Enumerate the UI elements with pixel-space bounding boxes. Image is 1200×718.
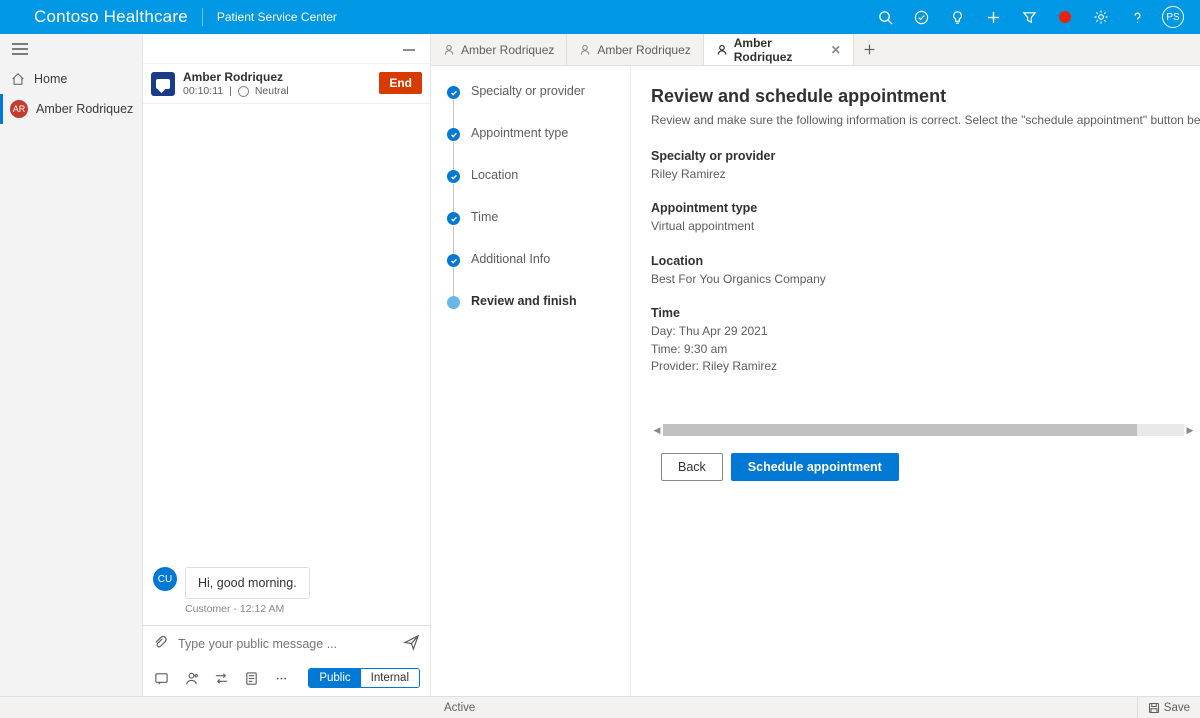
scroll-right-icon[interactable]: ▶ <box>1184 425 1196 436</box>
customer-avatar: CU <box>153 567 177 591</box>
person-icon <box>716 44 728 56</box>
wizard-stepper: Specialty or provider Appointment type L… <box>431 66 631 696</box>
save-button[interactable]: Save <box>1137 697 1200 718</box>
conversation-sentiment: Neutral <box>255 85 289 97</box>
back-button[interactable]: Back <box>661 453 723 481</box>
attach-icon[interactable] <box>153 635 168 653</box>
end-button[interactable]: End <box>379 72 422 94</box>
conversation-header[interactable]: Amber Rodriquez 00:10:11 | Neutral End <box>143 64 430 104</box>
app-topbar: Contoso Healthcare Patient Service Cente… <box>0 0 1200 34</box>
message-compose <box>143 625 430 662</box>
transfer-icon[interactable] <box>213 671 229 686</box>
save-icon <box>1148 702 1160 714</box>
step-additional-info[interactable]: Additional Info <box>447 252 630 266</box>
tab-3-label: Amber Rodriquez <box>734 36 819 64</box>
sentiment-icon <box>238 86 249 97</box>
schedule-appointment-button[interactable]: Schedule appointment <box>731 453 899 481</box>
nav-session[interactable]: AR Amber Rodriquez <box>0 94 142 124</box>
brand-title: Contoso Healthcare <box>34 7 188 27</box>
horizontal-scrollbar[interactable]: ◀ ▶ <box>651 423 1200 437</box>
step-specialty[interactable]: Specialty or provider <box>447 84 630 98</box>
add-tab-button[interactable] <box>854 34 886 65</box>
review-heading: Review and schedule appointment <box>651 86 1200 107</box>
quick-reply-icon[interactable] <box>153 671 169 686</box>
task-check-icon[interactable] <box>904 0 938 34</box>
brand-subtitle: Patient Service Center <box>202 8 337 26</box>
record-status: Active <box>444 702 475 714</box>
nav-session-label: Amber Rodriquez <box>36 102 133 116</box>
visibility-toggle: Public Internal <box>308 668 420 688</box>
field-specialty: Specialty or provider Riley Ramirez <box>651 149 1200 183</box>
conversation-timer: 00:10:11 <box>183 85 223 97</box>
pill-internal[interactable]: Internal <box>361 669 419 687</box>
step-location[interactable]: Location <box>447 168 630 182</box>
nav-home[interactable]: Home <box>0 64 142 94</box>
chat-icon <box>151 72 175 96</box>
step-time[interactable]: Time <box>447 210 630 224</box>
hamburger-icon[interactable] <box>0 34 142 64</box>
more-icon[interactable] <box>273 671 289 686</box>
tab-1-label: Amber Rodriquez <box>461 43 554 57</box>
chat-transcript: CU Hi, good morning. Customer - 12:12 AM <box>143 104 430 625</box>
consult-icon[interactable] <box>183 671 199 686</box>
tab-bar: Amber Rodriquez Amber Rodriquez Amber Ro… <box>431 34 1200 66</box>
person-icon <box>579 44 591 56</box>
field-time: Time Day: Thu Apr 29 2021 Time: 9:30 am … <box>651 306 1200 375</box>
main-area: Amber Rodriquez Amber Rodriquez Amber Ro… <box>431 34 1200 696</box>
home-icon <box>10 71 26 87</box>
search-icon[interactable] <box>868 0 902 34</box>
user-avatar[interactable]: PS <box>1156 0 1190 34</box>
step-review[interactable]: Review and finish <box>447 294 630 308</box>
tab-3[interactable]: Amber Rodriquez ✕ <box>704 34 854 65</box>
tab-2-label: Amber Rodriquez <box>597 43 690 57</box>
conversation-name: Amber Rodriquez <box>183 70 371 84</box>
compose-toolbar: Public Internal <box>143 662 430 696</box>
step-appointment-type[interactable]: Appointment type <box>447 126 630 140</box>
send-icon[interactable] <box>403 634 420 654</box>
topbar-actions: PS <box>868 0 1190 34</box>
tab-1[interactable]: Amber Rodriquez <box>431 34 567 65</box>
filter-icon[interactable] <box>1012 0 1046 34</box>
gear-icon[interactable] <box>1084 0 1118 34</box>
scroll-left-icon[interactable]: ◀ <box>651 425 663 436</box>
close-icon[interactable]: ✕ <box>831 43 841 57</box>
message-input[interactable] <box>178 637 393 651</box>
left-sidebar: Home AR Amber Rodriquez <box>0 34 143 696</box>
session-avatar: AR <box>10 100 28 118</box>
message-meta: Customer - 12:12 AM <box>185 603 420 615</box>
tab-2[interactable]: Amber Rodriquez <box>567 34 703 65</box>
presence-indicator[interactable] <box>1048 0 1082 34</box>
review-panel: Review and schedule appointment Review a… <box>631 66 1200 696</box>
nav-home-label: Home <box>34 72 67 86</box>
add-icon[interactable] <box>976 0 1010 34</box>
help-icon[interactable] <box>1120 0 1154 34</box>
field-location: Location Best For You Organics Company <box>651 254 1200 288</box>
person-icon <box>443 44 455 56</box>
pill-public[interactable]: Public <box>309 669 360 687</box>
status-bar: Active Save <box>0 696 1200 718</box>
conversation-panel: Amber Rodriquez 00:10:11 | Neutral End C… <box>143 34 431 696</box>
minimize-icon[interactable] <box>402 40 420 57</box>
lightbulb-icon[interactable] <box>940 0 974 34</box>
review-description: Review and make sure the following infor… <box>651 113 1200 127</box>
chat-message: CU Hi, good morning. <box>153 567 420 599</box>
notes-icon[interactable] <box>243 671 259 686</box>
message-text: Hi, good morning. <box>185 567 310 599</box>
field-appointment-type: Appointment type Virtual appointment <box>651 201 1200 235</box>
